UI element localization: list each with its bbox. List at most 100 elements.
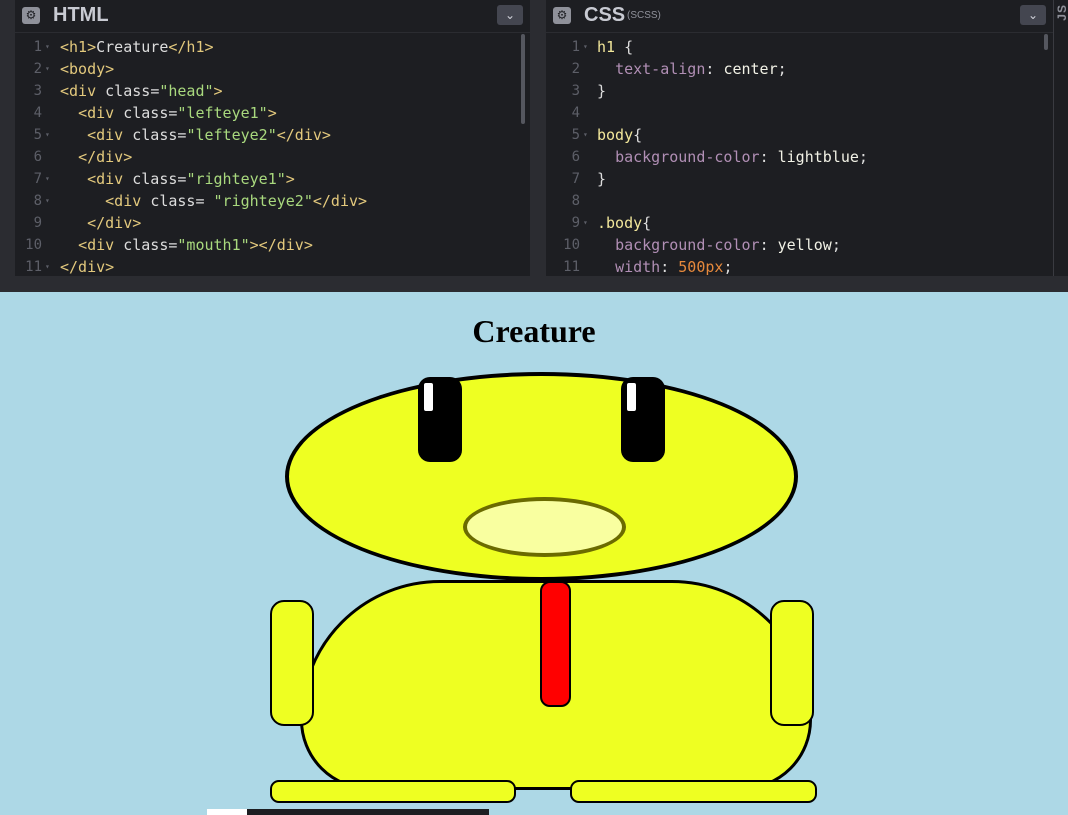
code-token: : — [759, 148, 778, 166]
fold-arrow-icon[interactable]: ▾ — [45, 124, 50, 146]
preview-pane: Creature — [0, 292, 1068, 815]
left-eye-highlight — [424, 383, 433, 411]
line-number: 8 — [33, 193, 42, 209]
line-number: 9 — [571, 215, 580, 231]
code-text: } — [597, 80, 606, 102]
line-number: 11 — [563, 259, 580, 275]
code-token: text-align — [615, 60, 706, 78]
code-token: </div> — [276, 126, 331, 144]
css-scrollbar[interactable] — [1044, 34, 1048, 50]
creature-tie — [540, 581, 571, 707]
fold-arrow-icon[interactable]: ▾ — [583, 212, 588, 234]
code-token: "righteye1" — [186, 170, 286, 188]
code-token: "righteye2" — [213, 192, 313, 210]
code-token: Creature — [96, 38, 169, 56]
code-token: ; — [858, 148, 868, 166]
fold-arrow-icon[interactable]: ▾ — [45, 256, 50, 276]
code-text: h1 { — [597, 36, 633, 58]
code-text: <h1>Creature</h1> — [60, 36, 214, 58]
line-number: 1 — [33, 39, 42, 55]
preview-heading: Creature — [472, 313, 596, 349]
code-token: <div — [87, 126, 133, 144]
fold-arrow-icon[interactable]: ▾ — [45, 58, 50, 80]
code-line[interactable]: 3 <div class="head"> — [15, 80, 530, 102]
code-line[interactable]: 1 ▾ <h1>Creature</h1> — [15, 36, 530, 58]
gear-icon[interactable]: ⚙ — [553, 7, 571, 24]
code-token: = — [195, 192, 214, 210]
code-line[interactable]: 2 text-align: center; — [546, 58, 1053, 80]
line-number: 8 — [571, 193, 580, 209]
css-editor-pane: ⚙ CSS (SCSS) ⌄ 1 ▾ h1 {2 text-align: cente… — [546, 0, 1053, 276]
fold-arrow-icon[interactable]: ▾ — [583, 124, 588, 146]
code-token: yellow — [777, 236, 832, 254]
code-line[interactable]: 8 — [546, 190, 1053, 212]
creature-left-eye — [418, 377, 462, 462]
code-text: </div> — [60, 146, 132, 168]
code-line[interactable]: 10 <div class="mouth1"></div> — [15, 234, 530, 256]
code-token: <h1> — [60, 38, 97, 56]
code-line[interactable]: 1 ▾ h1 { — [546, 36, 1053, 58]
line-number: 7 — [571, 171, 580, 187]
code-token: class — [132, 126, 178, 144]
html-editor-pane: ⚙ HTML ⌄ 1 ▾ <h1>Creature</h1> 2 ▾ <body> 3 <di… — [15, 0, 530, 276]
css-pane-title: CSS — [584, 4, 626, 26]
js-editor-collapsed[interactable] — [1053, 0, 1068, 276]
code-line[interactable]: 9 ▾ .body{ — [546, 212, 1053, 234]
code-token: h1 — [597, 38, 616, 56]
gear-icon[interactable]: ⚙ — [22, 7, 40, 24]
js-pane-label: JS — [1055, 4, 1068, 21]
code-line[interactable]: 5 ▾ <div class="lefteye2"</div> — [15, 124, 530, 146]
code-token: ; — [777, 60, 787, 78]
code-line[interactable]: 5 ▾ body{ — [546, 124, 1053, 146]
code-line[interactable]: 11 ▾ </div> — [15, 256, 530, 276]
code-line[interactable]: 4 <div class="lefteye1"> — [15, 102, 530, 124]
html-code-editor[interactable]: 1 ▾ <h1>Creature</h1> 2 ▾ <body> 3 <div class="… — [15, 36, 530, 276]
chevron-down-icon[interactable]: ⌄ — [497, 5, 523, 25]
creature-right-foot — [570, 780, 817, 803]
code-line[interactable]: 2 ▾ <body> — [15, 58, 530, 80]
code-token: width — [615, 258, 661, 276]
code-token: > — [285, 170, 295, 188]
code-token: } — [597, 82, 607, 100]
line-number: 11 — [25, 259, 42, 275]
code-token: : — [705, 60, 724, 78]
code-line[interactable]: 11 width: 500px; — [546, 256, 1053, 276]
code-line[interactable]: 6 background-color: lightblue; — [546, 146, 1053, 168]
code-line[interactable]: 6 </div> — [15, 146, 530, 168]
code-text: .body{ — [597, 212, 651, 234]
code-line[interactable]: 7 ▾ <div class="righteye1"> — [15, 168, 530, 190]
line-number: 10 — [563, 237, 580, 253]
code-token: <div — [60, 82, 106, 100]
code-text: <div class="lefteye1"> — [60, 102, 277, 124]
fold-arrow-icon[interactable]: ▾ — [45, 190, 50, 212]
css-code-editor[interactable]: 1 ▾ h1 {2 text-align: center; 3} 4 5 ▾ body{6 b… — [546, 36, 1053, 276]
code-line[interactable]: 9 </div> — [15, 212, 530, 234]
line-number: 5 — [571, 127, 580, 143]
code-line[interactable]: 10 background-color: yellow; — [546, 234, 1053, 256]
creature-left-arm — [270, 600, 314, 726]
code-token: body — [597, 126, 634, 144]
fold-arrow-icon[interactable]: ▾ — [583, 36, 588, 58]
fold-arrow-icon[interactable]: ▾ — [45, 168, 50, 190]
code-token: class — [150, 192, 196, 210]
line-number: 3 — [571, 83, 580, 99]
code-line[interactable]: 7} — [546, 168, 1053, 190]
code-line[interactable]: 4 — [546, 102, 1053, 124]
html-scrollbar[interactable] — [521, 34, 525, 124]
code-token: <div — [87, 170, 133, 188]
code-token: <body> — [60, 60, 115, 78]
chevron-down-icon[interactable]: ⌄ — [1020, 5, 1046, 25]
code-text: body{ — [597, 124, 642, 146]
fold-arrow-icon[interactable]: ▾ — [45, 36, 50, 58]
code-token: } — [597, 170, 607, 188]
code-token: "lefteye1" — [177, 104, 268, 122]
code-line[interactable]: 8 ▾ <div class= "righteye2"</div> — [15, 190, 530, 212]
code-token: class — [132, 170, 178, 188]
code-line[interactable]: 3} — [546, 80, 1053, 102]
